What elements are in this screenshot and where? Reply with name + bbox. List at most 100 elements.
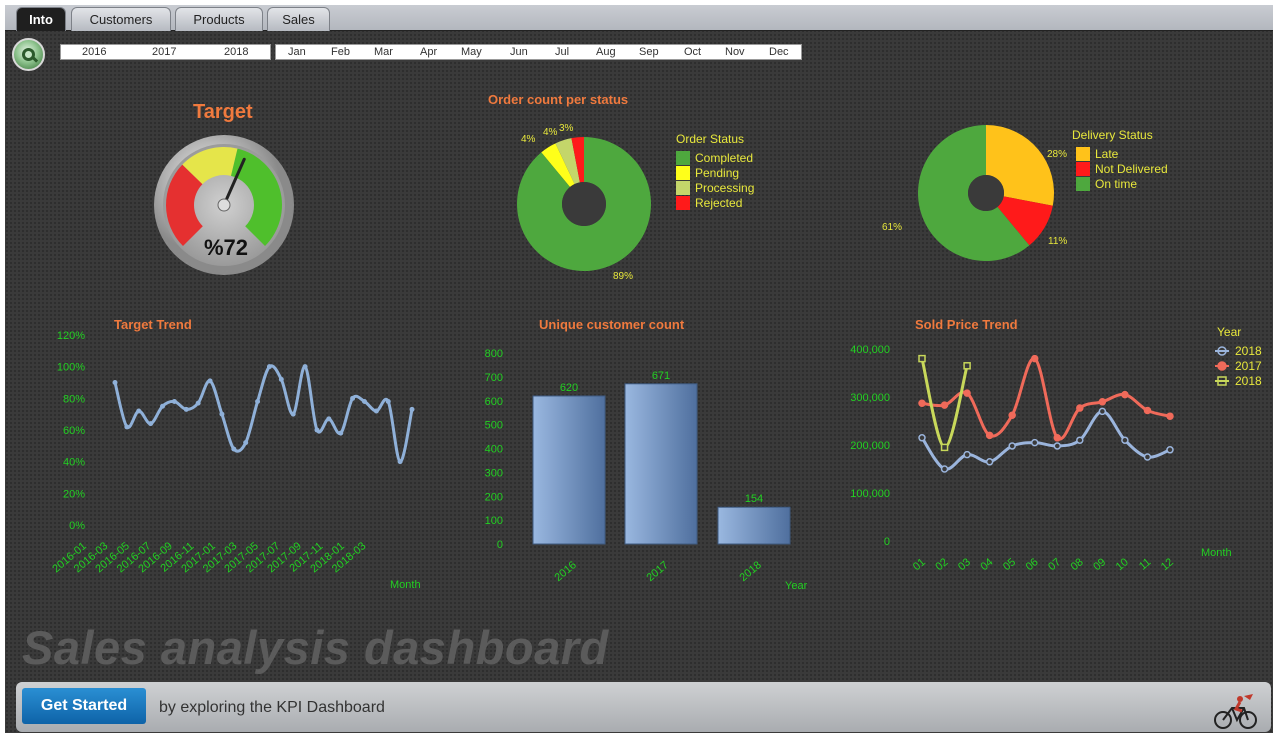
trend-point bbox=[397, 459, 403, 465]
x-tick-label: 08 bbox=[1069, 556, 1086, 573]
order-legend-title: Order Status bbox=[676, 132, 744, 146]
series-point-1 bbox=[940, 401, 949, 409]
y-tick-label: 400,000 bbox=[850, 344, 890, 356]
trend-point bbox=[278, 376, 284, 382]
slice-label-pending: 4% bbox=[521, 134, 536, 145]
tab-sales[interactable]: Sales bbox=[267, 7, 330, 31]
series-point-2 bbox=[918, 354, 926, 363]
series-point-2 bbox=[940, 443, 949, 452]
y-tick-label: 300 bbox=[485, 467, 503, 479]
x-axis-label: Month bbox=[1201, 547, 1232, 559]
trend-point bbox=[409, 406, 415, 412]
year-2017[interactable]: 2017 bbox=[152, 46, 176, 58]
bottom-bar: Get Started by exploring the KPI Dashboa… bbox=[16, 682, 1271, 732]
series-point-0 bbox=[918, 434, 926, 442]
target-gauge[interactable]: %72 bbox=[153, 128, 295, 276]
year-2018[interactable]: 2018 bbox=[224, 46, 248, 58]
trend-line bbox=[113, 364, 414, 464]
y-tick-label: 600 bbox=[485, 396, 503, 408]
legend-marker-1 bbox=[1217, 361, 1227, 371]
month-feb[interactable]: Feb bbox=[331, 46, 350, 58]
trend-point bbox=[124, 424, 130, 430]
y-tick-label: 100,000 bbox=[850, 488, 890, 500]
series-point-0 bbox=[1008, 442, 1016, 450]
trend-point bbox=[314, 427, 320, 433]
legend-swatch-0 bbox=[1076, 147, 1090, 161]
month-dec[interactable]: Dec bbox=[769, 46, 789, 58]
series-point-0 bbox=[1166, 446, 1174, 454]
legend-label-1: 2017 bbox=[1235, 359, 1262, 373]
series-point-1 bbox=[1076, 404, 1084, 412]
series-point-1 bbox=[1166, 412, 1174, 420]
legend-label-2: 2018 bbox=[1235, 374, 1262, 388]
month-sep[interactable]: Sep bbox=[639, 46, 659, 58]
tab-products[interactable]: Products bbox=[175, 7, 263, 31]
year-2016[interactable]: 2016 bbox=[82, 46, 106, 58]
trend-point bbox=[350, 395, 356, 401]
series-point-0 bbox=[1143, 453, 1152, 461]
bar-value-label: 154 bbox=[745, 493, 763, 505]
sold-price-chart[interactable]: 0 100,000 200,000 300,000 400,000 01 02 03 04 05 0… bbox=[835, 323, 1265, 578]
y-tick-label: 20% bbox=[63, 488, 85, 500]
series-point-0 bbox=[1098, 407, 1107, 416]
slice-label-on-time: 61% bbox=[882, 222, 902, 233]
trend-point bbox=[385, 399, 391, 404]
series-point-0 bbox=[1030, 438, 1039, 447]
month-oct[interactable]: Oct bbox=[684, 46, 701, 58]
year-filter: 2016 2017 2018 bbox=[60, 44, 271, 60]
cyclist-icon[interactable] bbox=[1214, 694, 1258, 730]
month-apr[interactable]: Apr bbox=[420, 46, 437, 58]
month-jan[interactable]: Jan bbox=[288, 46, 306, 58]
trend-point bbox=[361, 399, 367, 404]
x-tick-label: 09 bbox=[1091, 556, 1108, 573]
tab-into[interactable]: Into bbox=[16, 7, 66, 31]
month-jun[interactable]: Jun bbox=[510, 46, 528, 58]
x-tick-label: 2016 bbox=[552, 559, 578, 584]
x-axis-label: Month bbox=[390, 579, 421, 591]
order-status-donut[interactable]: 4% 4% 3% 89% Order Status CompletedPendi… bbox=[510, 123, 780, 289]
target-trend-chart[interactable]: 0%20%40%60%80%100%120%2016-012016-032016… bbox=[45, 320, 425, 595]
series-point-0 bbox=[940, 465, 949, 473]
legend-swatch-3 bbox=[676, 196, 690, 210]
trend-point bbox=[148, 421, 154, 427]
bar-2017 bbox=[624, 383, 698, 545]
legend-label-2: Processing bbox=[695, 181, 754, 195]
tab-customers[interactable]: Customers bbox=[71, 7, 171, 31]
x-tick-label: 10 bbox=[1114, 556, 1131, 573]
month-aug[interactable]: Aug bbox=[596, 46, 616, 58]
trend-point bbox=[302, 364, 308, 370]
month-jul[interactable]: Jul bbox=[555, 46, 569, 58]
legend-label-1: Pending bbox=[695, 166, 739, 180]
series-point-1 bbox=[963, 389, 971, 397]
y-tick-label: 700 bbox=[485, 372, 503, 384]
delivery-status-donut[interactable]: 28% 11% 61% Delivery Status LateNot Deli… bbox=[882, 123, 1182, 283]
month-may[interactable]: May bbox=[461, 46, 482, 58]
y-tick-label: 400 bbox=[485, 444, 503, 456]
x-tick-label: 2017 bbox=[644, 559, 670, 584]
y-tick-label: 120% bbox=[57, 330, 85, 342]
series-point-1 bbox=[1053, 434, 1062, 442]
y-tick-label: 200,000 bbox=[850, 440, 890, 452]
month-mar[interactable]: Mar bbox=[374, 46, 393, 58]
y-tick-label: 0 bbox=[884, 536, 890, 548]
bar-value-label: 671 bbox=[652, 370, 670, 382]
series-point-0 bbox=[963, 450, 971, 459]
series-point-1 bbox=[1098, 398, 1107, 406]
customer-count-chart[interactable]: 0 100 200 300 400 500 600 700 800 620 2016 671 2017 1… bbox=[475, 335, 815, 595]
y-tick-label: 800 bbox=[485, 348, 503, 360]
trend-point bbox=[207, 378, 213, 384]
trend-point bbox=[136, 408, 142, 414]
series-point-1 bbox=[1143, 406, 1152, 415]
legend-swatch-1 bbox=[1076, 162, 1090, 176]
get-started-button[interactable]: Get Started bbox=[22, 688, 146, 724]
x-tick-label: 04 bbox=[978, 556, 995, 573]
y-tick-label: 100 bbox=[485, 515, 503, 527]
qlik-logo-icon[interactable] bbox=[12, 38, 45, 71]
trend-point bbox=[243, 440, 249, 446]
trend-point bbox=[290, 411, 296, 417]
month-nov[interactable]: Nov bbox=[725, 46, 745, 58]
legend-swatch-2 bbox=[676, 181, 690, 195]
trend-point bbox=[338, 430, 344, 436]
bar-2018 bbox=[717, 506, 791, 545]
gauge-title: Target bbox=[193, 101, 253, 123]
